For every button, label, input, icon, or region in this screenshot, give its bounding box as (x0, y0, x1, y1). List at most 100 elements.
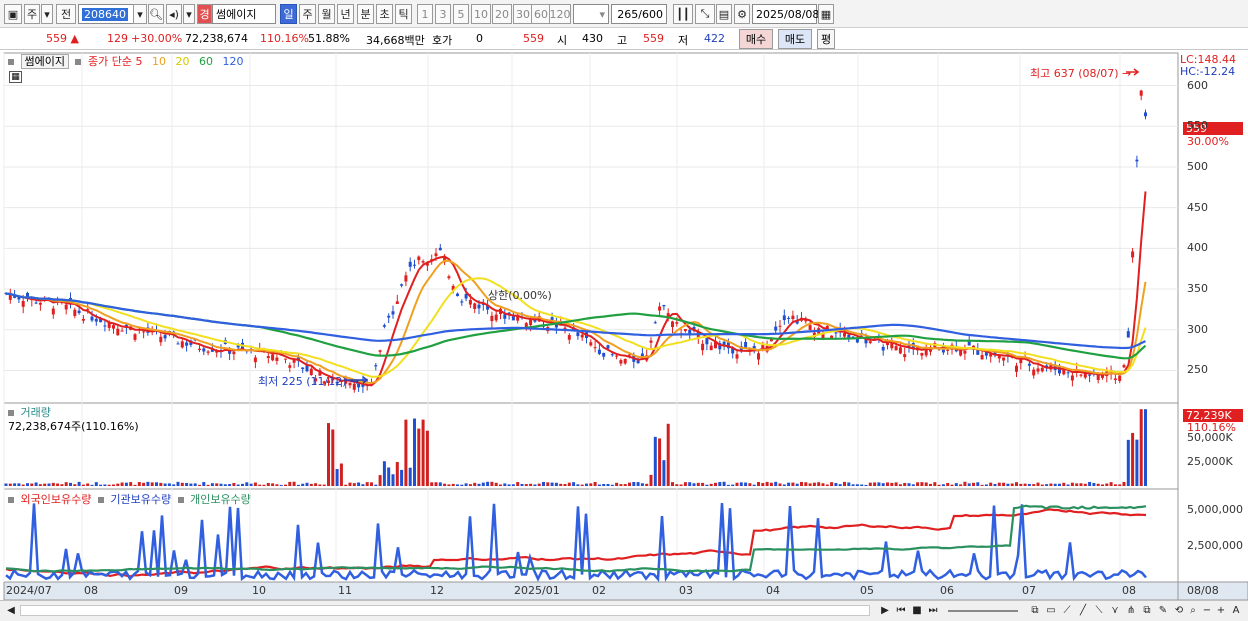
holding-series-individual[interactable]: 개인보유수량 (190, 493, 251, 506)
evaluate-button[interactable]: 평 (817, 29, 835, 49)
chart-area[interactable]: 썸에이지 종가 단순 5 10 20 60 120 ▦ LC:148.44 HC… (0, 50, 1248, 600)
tab-interval-tick[interactable]: 틱 (395, 4, 412, 24)
font-size-icon[interactable]: A (1229, 603, 1243, 618)
scroll-right-icon[interactable]: ▶ (878, 603, 892, 618)
minute-option-3[interactable]: 3 (435, 4, 451, 24)
volume-bar (511, 484, 515, 486)
stock-code-value: 208640 (82, 7, 128, 21)
chart-type-icon[interactable]: ⟋ (1060, 603, 1074, 618)
zoom-in-icon[interactable]: + (1214, 603, 1228, 618)
minute-option-30[interactable]: 30 (513, 4, 533, 24)
date-input[interactable]: 2025/08/08 (752, 4, 819, 24)
volume-bar (305, 482, 309, 486)
volume-bar (288, 481, 292, 486)
forward-icon[interactable]: ⏭ (926, 603, 940, 618)
candle-body (206, 351, 210, 353)
stock-code-input[interactable]: 208640 (78, 4, 136, 24)
tab-interval-year[interactable]: 년 (337, 4, 354, 24)
candle-body (843, 333, 846, 337)
minute-option-120[interactable]: 120 (549, 4, 571, 24)
ma-period-20[interactable]: 20 (175, 55, 189, 68)
volume-bar (266, 482, 270, 486)
overlay-icon[interactable]: ⧉ (1140, 603, 1154, 618)
minute-option-20[interactable]: 20 (492, 4, 512, 24)
volume-bar (615, 482, 619, 486)
stock-tab[interactable]: 썸에이지 (20, 54, 69, 69)
gear-icon[interactable]: ⚙ (734, 4, 750, 24)
holding-series-foreign[interactable]: 외국인보유수량 (21, 493, 92, 506)
x-label-8: 03 (679, 584, 693, 597)
volume-bar (675, 484, 679, 486)
sell-button[interactable]: 매도 (778, 29, 812, 49)
minute-option-1[interactable]: 1 (417, 4, 433, 24)
stock-name-field[interactable]: 썸에이지 (212, 4, 276, 24)
buy-button[interactable]: 매수 (739, 29, 773, 49)
period-prefix-button[interactable]: 주 (24, 4, 40, 24)
volume-bar (972, 482, 975, 486)
minute-option-10[interactable]: 10 (471, 4, 491, 24)
zoom-slider[interactable] (948, 610, 1018, 612)
speaker-icon[interactable]: ◂) (166, 4, 182, 24)
candle-body (705, 338, 709, 345)
scrollbar-track[interactable] (20, 605, 870, 616)
crosshair-icon[interactable]: ⤡ (695, 4, 715, 24)
line-tool-icon[interactable]: ╱ (1076, 603, 1090, 618)
candle-body (898, 347, 902, 354)
pitchfork-icon[interactable]: ⋔ (1124, 603, 1138, 618)
brush-icon[interactable]: ✎ (1156, 603, 1170, 618)
zoom-icon[interactable]: ⌕ (1186, 603, 1200, 618)
minute-option-5[interactable]: 5 (453, 4, 469, 24)
holding-series-institution[interactable]: 기관보유수량 (110, 493, 171, 506)
tab-interval-second[interactable]: 초 (376, 4, 393, 24)
volume-bar (60, 484, 64, 486)
code-dropdown-icon[interactable]: ▾ (133, 4, 147, 24)
ma-period-5[interactable]: 5 (135, 55, 142, 68)
ma-label[interactable]: 종가 단순 (88, 55, 132, 68)
full-mode-button[interactable]: 전 (56, 4, 76, 24)
stop-icon[interactable]: ■ (910, 603, 924, 618)
ma-period-10[interactable]: 10 (152, 55, 166, 68)
minute-option-60[interactable]: 60 (531, 4, 551, 24)
search-icon[interactable]: 🔍︎ (148, 4, 164, 24)
interval-select[interactable]: ▾ (573, 4, 609, 24)
tab-interval-month[interactable]: 월 (318, 4, 335, 24)
volume-bar (701, 482, 705, 486)
candle-body (980, 355, 984, 360)
volume-bar (585, 483, 588, 486)
copy-icon[interactable]: ⧉ (1028, 603, 1042, 618)
candle-body (868, 341, 872, 343)
scroll-left-icon[interactable]: ◀ (4, 603, 18, 618)
volume-bar (636, 482, 640, 486)
volume-bar (696, 482, 700, 486)
layout-icon[interactable]: ▣ (4, 4, 22, 24)
ma-period-60[interactable]: 60 (199, 55, 213, 68)
save-icon[interactable]: ▤ (716, 4, 732, 24)
tab-interval-week[interactable]: 주 (299, 4, 316, 24)
candle-body (438, 247, 442, 251)
calendar-icon[interactable]: ▦ (818, 4, 834, 24)
rewind-icon[interactable]: ⏮ (894, 603, 908, 618)
candle-body (881, 346, 885, 351)
candle-body (116, 328, 120, 336)
quote-bar: 559 ▲ 129 +30.00% 72,238,674 110.16% 51.… (0, 28, 1248, 50)
chart-canvas[interactable] (0, 50, 1248, 600)
volume-bar (382, 461, 386, 486)
zoom-out-icon[interactable]: − (1200, 603, 1214, 618)
candle-body (580, 334, 584, 338)
candle-body (408, 261, 412, 267)
candle-icon[interactable]: ┃┃ (673, 4, 693, 24)
reset-icon[interactable]: ⟲ (1172, 603, 1186, 618)
ma-period-120[interactable]: 120 (222, 55, 243, 68)
fork-icon[interactable]: ⋎ (1108, 603, 1122, 618)
tab-interval-day[interactable]: 일 (280, 4, 297, 24)
candle-body (963, 350, 967, 354)
candle-body (808, 325, 812, 330)
tab-interval-minute[interactable]: 분 (357, 4, 374, 24)
speaker-dropdown-icon[interactable]: ▾ (183, 4, 195, 24)
trend-tool-icon[interactable]: ⟍ (1092, 603, 1106, 618)
window-icon[interactable]: ▭ (1044, 603, 1058, 618)
table-icon[interactable]: ▦ (9, 71, 22, 83)
chevron-down-icon[interactable]: ▾ (41, 4, 53, 24)
volume-bar (473, 482, 477, 486)
count-input[interactable]: 265/600 (611, 4, 667, 24)
